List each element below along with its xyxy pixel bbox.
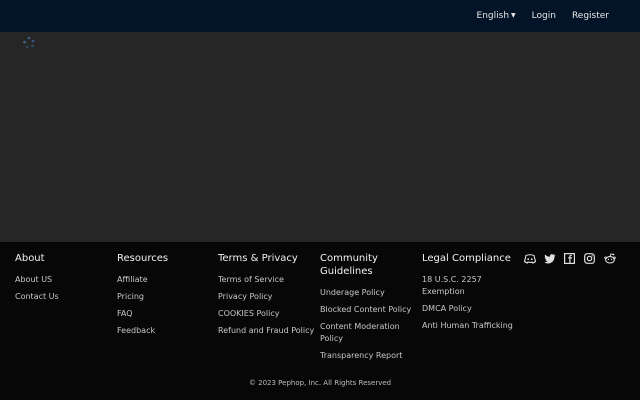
footer-heading-terms: Terms & Privacy — [218, 253, 298, 264]
footer-heading-about: About — [15, 253, 45, 264]
copyright-text: © 2023 Pephop, Inc. All Rights Reserved — [248, 379, 392, 387]
discord-icon[interactable] — [523, 252, 536, 265]
footer-heading-community: Community Guidelines — [320, 253, 378, 277]
footer-col-resources: Resources Affiliate Pricing FAQ Feedback — [117, 252, 212, 342]
footer-col-terms: Terms & Privacy Terms of Service Privacy… — [218, 252, 318, 342]
footer-link-pricing[interactable]: Pricing — [117, 291, 212, 303]
footer-link-feedback[interactable]: Feedback — [117, 325, 212, 337]
footer-link-faq[interactable]: FAQ — [117, 308, 212, 320]
footer-link-affiliate[interactable]: Affiliate — [117, 274, 212, 286]
main-content — [0, 32, 640, 242]
footer-link-underage-policy[interactable]: Underage Policy — [320, 287, 415, 299]
top-nav-links: English ▼ Login Register — [477, 0, 609, 32]
footer-col-about: About About US Contact Us — [15, 252, 105, 308]
footer-heading-legal: Legal Compliance — [422, 253, 511, 264]
loading-spinner-icon — [23, 36, 35, 49]
footer-heading-resources: Resources — [117, 253, 169, 264]
footer-link-anti-trafficking[interactable]: Anti Human Trafficking — [422, 320, 517, 332]
footer-col-legal: Legal Compliance 18 U.S.C. 2257 Exemptio… — [422, 252, 517, 337]
top-navbar: English ▼ Login Register — [0, 0, 640, 32]
footer-col-community: Community Guidelines Underage Policy Blo… — [320, 252, 415, 367]
facebook-icon[interactable] — [563, 252, 576, 265]
footer-link-content-moderation[interactable]: Content Moderation Policy — [320, 321, 405, 345]
reddit-icon[interactable] — [603, 252, 616, 265]
language-label: English — [476, 11, 510, 21]
footer-link-blocked-content[interactable]: Blocked Content Policy — [320, 304, 415, 316]
login-link[interactable]: Login — [532, 11, 556, 21]
footer-link-about-us[interactable]: About US — [15, 274, 105, 286]
register-link[interactable]: Register — [572, 11, 609, 21]
language-selector[interactable]: English ▼ — [477, 11, 516, 21]
footer-link-cookies-policy[interactable]: COOKIES Policy — [218, 308, 318, 320]
footer-link-dmca-policy[interactable]: DMCA Policy — [422, 303, 517, 315]
caret-down-icon: ▼ — [511, 12, 516, 19]
instagram-icon[interactable] — [583, 252, 596, 265]
social-links — [523, 252, 616, 265]
footer-link-2257-exemption[interactable]: 18 U.S.C. 2257 Exemption — [422, 274, 494, 298]
footer-link-transparency-report[interactable]: Transparency Report — [320, 350, 415, 362]
site-footer: About About US Contact Us Resources Affi… — [0, 242, 640, 400]
footer-link-refund-policy[interactable]: Refund and Fraud Policy — [218, 325, 318, 337]
footer-link-terms-of-service[interactable]: Terms of Service — [218, 274, 318, 286]
footer-link-contact-us[interactable]: Contact Us — [15, 291, 105, 303]
footer-link-privacy-policy[interactable]: Privacy Policy — [218, 291, 318, 303]
twitter-icon[interactable] — [543, 252, 556, 265]
